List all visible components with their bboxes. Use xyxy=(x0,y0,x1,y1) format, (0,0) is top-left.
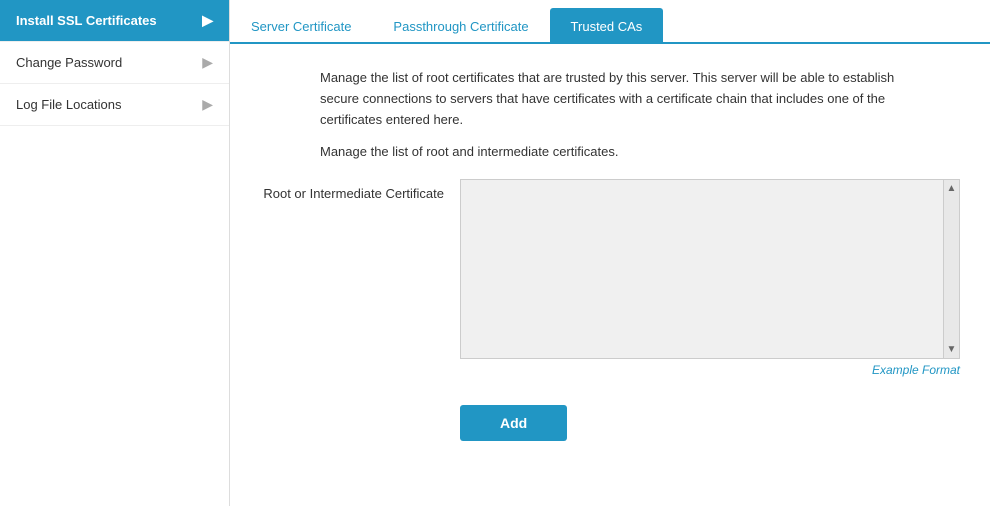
content-area: Manage the list of root certificates tha… xyxy=(230,44,990,506)
tab-bar: Server Certificate Passthrough Certifica… xyxy=(230,0,990,44)
main-content: Server Certificate Passthrough Certifica… xyxy=(230,0,990,506)
description-text-1: Manage the list of root certificates tha… xyxy=(320,68,920,130)
chevron-right-icon: ▶ xyxy=(202,12,213,29)
add-button[interactable]: Add xyxy=(460,405,567,441)
sidebar-item-change-password-label: Change Password xyxy=(16,55,122,70)
tab-trusted-cas[interactable]: Trusted CAs xyxy=(550,8,664,44)
vertical-scrollbar[interactable]: ▲ ▼ xyxy=(943,180,959,358)
tab-server-certificate[interactable]: Server Certificate xyxy=(230,8,372,44)
scroll-down-arrow[interactable]: ▼ xyxy=(944,341,959,358)
sidebar-item-log-file-locations-label: Log File Locations xyxy=(16,97,122,112)
tab-passthrough-certificate[interactable]: Passthrough Certificate xyxy=(372,8,549,44)
sidebar-item-change-password[interactable]: Change Password ▶ xyxy=(0,42,229,84)
form-row-certificate: Root or Intermediate Certificate ▲ ▼ Exa… xyxy=(260,179,960,377)
certificate-textarea[interactable] xyxy=(461,180,959,358)
description-text-2: Manage the list of root and intermediate… xyxy=(320,142,920,163)
sidebar: Install SSL Certificates ▶ Change Passwo… xyxy=(0,0,230,506)
sidebar-item-install-ssl[interactable]: Install SSL Certificates ▶ xyxy=(0,0,229,42)
sidebar-item-install-ssl-label: Install SSL Certificates xyxy=(16,13,157,28)
scroll-up-arrow[interactable]: ▲ xyxy=(944,180,959,197)
form-label-certificate: Root or Intermediate Certificate xyxy=(260,179,460,203)
textarea-wrapper: ▲ ▼ xyxy=(460,179,960,359)
sidebar-item-log-file-locations[interactable]: Log File Locations ▶ xyxy=(0,84,229,126)
example-format-link[interactable]: Example Format xyxy=(460,363,960,377)
form-control-area: ▲ ▼ Example Format xyxy=(460,179,960,377)
chevron-right-icon: ▶ xyxy=(202,54,213,71)
chevron-right-icon: ▶ xyxy=(202,96,213,113)
description-block: Manage the list of root certificates tha… xyxy=(320,68,920,163)
